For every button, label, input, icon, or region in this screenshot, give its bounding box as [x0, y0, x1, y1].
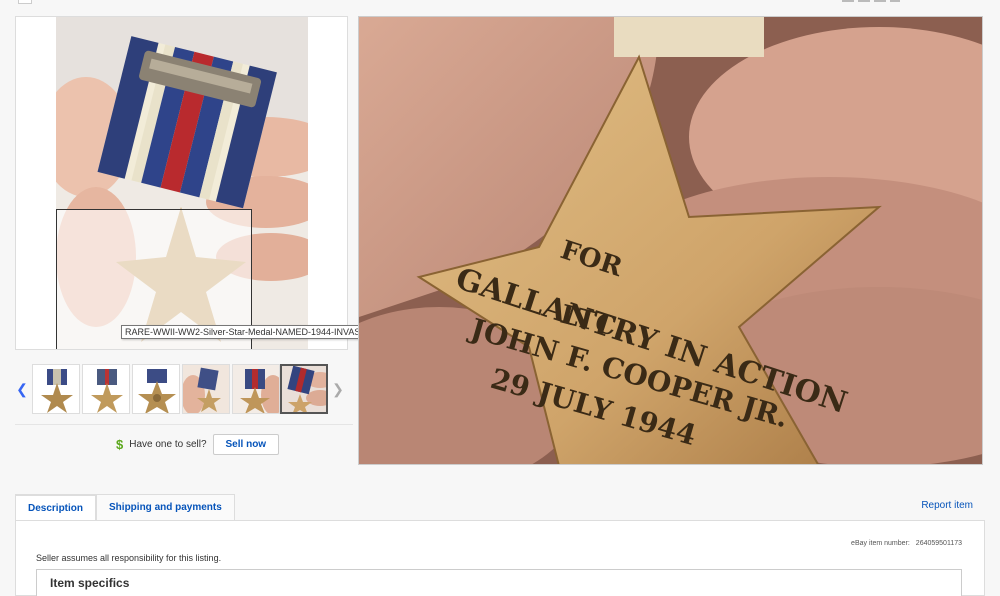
item-number-label: eBay item number:	[851, 540, 910, 547]
thumbnail-5[interactable]	[232, 364, 280, 414]
thumbnail-4[interactable]	[182, 364, 230, 414]
item-specifics-box: Item specifics	[36, 569, 962, 596]
sell-now-button[interactable]: Sell now	[212, 433, 280, 455]
tab-shipping-and-payments[interactable]: Shipping and payments	[96, 494, 235, 521]
description-tabs: Description Shipping and payments	[15, 494, 235, 522]
zoomed-medal-photo: FOR GALLANTRY IN ACTION LTC. JOHN F. COO…	[359, 17, 982, 464]
prev-arrow-icon[interactable]: ❮	[15, 378, 29, 400]
item-number-value: 264059501173	[915, 540, 962, 547]
zoom-image-panel[interactable]: FOR GALLANTRY IN ACTION LTC. JOHN F. COO…	[358, 16, 983, 465]
thumbnail-6[interactable]	[280, 364, 328, 414]
thumbnail-3[interactable]	[132, 364, 180, 414]
thumbnail-1[interactable]	[32, 364, 80, 414]
sell-one-row: $ Have one to sell? Sell now	[116, 433, 280, 455]
tab-description[interactable]: Description	[15, 494, 97, 522]
top-strip	[0, 0, 1000, 8]
top-checkbox[interactable]	[18, 0, 32, 4]
sell-prompt: Have one to sell?	[129, 438, 207, 450]
dollar-icon: $	[116, 436, 124, 452]
main-image-panel[interactable]	[15, 16, 348, 350]
gallery-divider	[15, 424, 353, 425]
report-item-link[interactable]: Report item	[921, 500, 973, 511]
thumbnail-2[interactable]	[82, 364, 130, 414]
listing-page: RARE-WWII-WW2-Silver-Star-Medal-NAMED-19…	[0, 0, 1000, 596]
seller-note: Seller assumes all responsibility for th…	[36, 553, 222, 563]
next-arrow-icon[interactable]: ❯	[331, 378, 345, 400]
top-controls	[842, 0, 900, 2]
item-specifics-title: Item specifics	[50, 576, 130, 590]
thumbnail-strip: ❮ ❯	[15, 364, 348, 416]
description-panel: eBay item number: 264059501173 Seller ass…	[15, 520, 985, 596]
item-number: eBay item number: 264059501173	[845, 540, 962, 547]
